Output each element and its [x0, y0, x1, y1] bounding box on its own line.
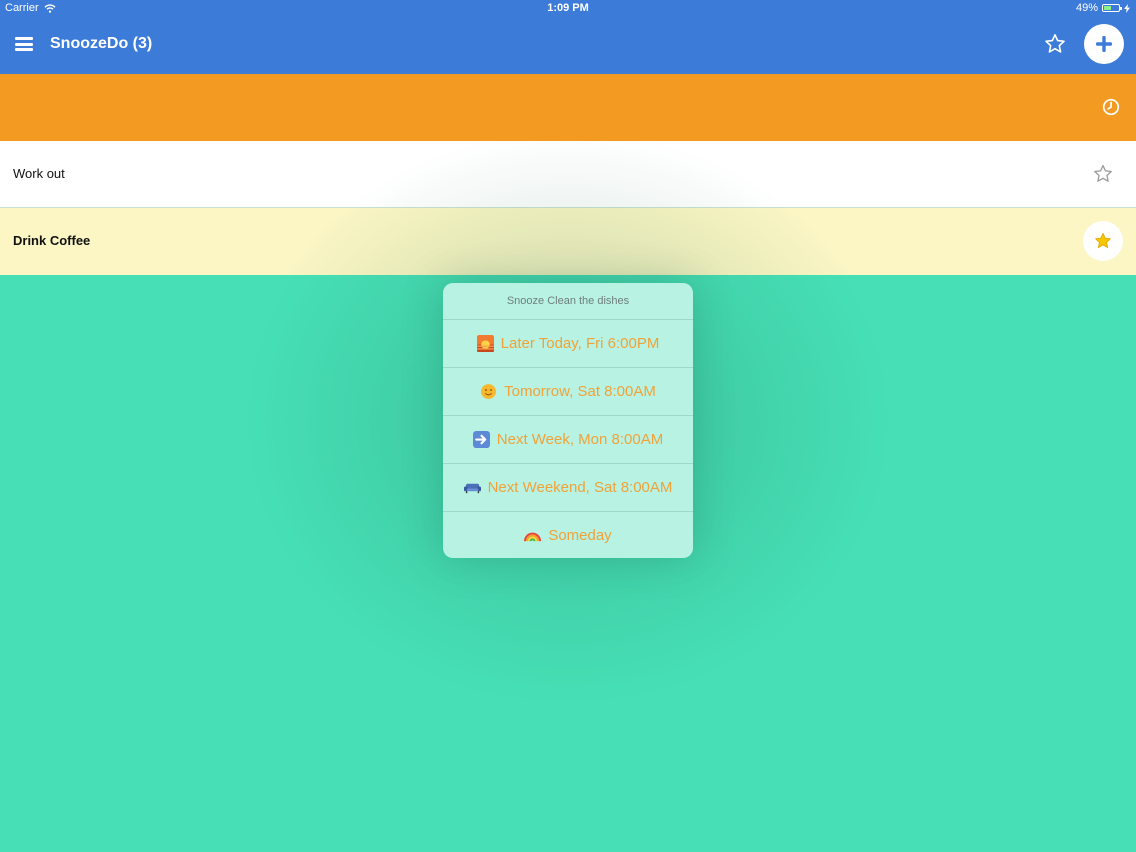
wifi-icon: [44, 3, 56, 13]
task-label: Work out: [13, 166, 65, 181]
option-label: Later Today, Fri 6:00PM: [500, 335, 660, 352]
status-left: Carrier: [5, 2, 56, 14]
task-row-snoozing[interactable]: [0, 74, 1136, 141]
task-label: Drink Coffee: [13, 233, 91, 248]
option-label: Someday: [548, 527, 612, 544]
option-label: Next Weekend, Sat 8:00AM: [487, 479, 673, 496]
add-task-button[interactable]: [1084, 24, 1124, 64]
status-right: 49%: [1076, 2, 1130, 14]
snooze-option-next-weekend[interactable]: Next Weekend, Sat 8:00AM: [443, 464, 693, 512]
favorite-button[interactable]: [1083, 221, 1123, 261]
rainbow-icon: [524, 532, 542, 542]
page-title: SnoozeDo (3): [50, 35, 153, 52]
task-row-drink-coffee[interactable]: Drink Coffee: [0, 208, 1136, 275]
snooze-option-tomorrow[interactable]: Tomorrow, Sat 8:00AM: [443, 368, 693, 416]
carrier-label: Carrier: [5, 2, 39, 14]
snooze-popover: Snooze Clean the dishes Later Today, Fri…: [443, 283, 693, 558]
snooze-option-someday[interactable]: Someday: [443, 512, 693, 558]
sun-face-icon: [481, 384, 497, 399]
right-arrow-icon: [472, 431, 490, 448]
snooze-option-later-today[interactable]: Later Today, Fri 6:00PM: [443, 320, 693, 368]
status-time: 1:09 PM: [547, 2, 589, 14]
sunset-icon: [476, 335, 494, 352]
battery-fill: [1104, 6, 1111, 10]
couch-icon: [463, 483, 481, 494]
star-outline-icon[interactable]: [1092, 163, 1114, 185]
task-row-work-out[interactable]: Work out: [0, 141, 1136, 208]
option-label: Tomorrow, Sat 8:00AM: [504, 383, 656, 400]
plus-icon: [1096, 36, 1112, 52]
hamburger-menu-icon[interactable]: [15, 37, 33, 51]
charging-icon: [1124, 3, 1130, 13]
clock-icon[interactable]: [1102, 98, 1120, 116]
snooze-option-next-week[interactable]: Next Week, Mon 8:00AM: [443, 416, 693, 464]
snooze-title: Snooze Clean the dishes: [443, 283, 693, 320]
status-bar: Carrier 1:09 PM 49%: [0, 0, 1136, 18]
battery-icon: [1102, 4, 1122, 12]
battery-percent: 49%: [1075, 2, 1098, 14]
star-outline-icon[interactable]: [1043, 32, 1067, 56]
battery-tip: [1120, 7, 1122, 10]
option-label: Next Week, Mon 8:00AM: [496, 431, 664, 448]
nav-bar: SnoozeDo (3): [0, 18, 1136, 74]
star-filled-icon: [1095, 232, 1111, 248]
